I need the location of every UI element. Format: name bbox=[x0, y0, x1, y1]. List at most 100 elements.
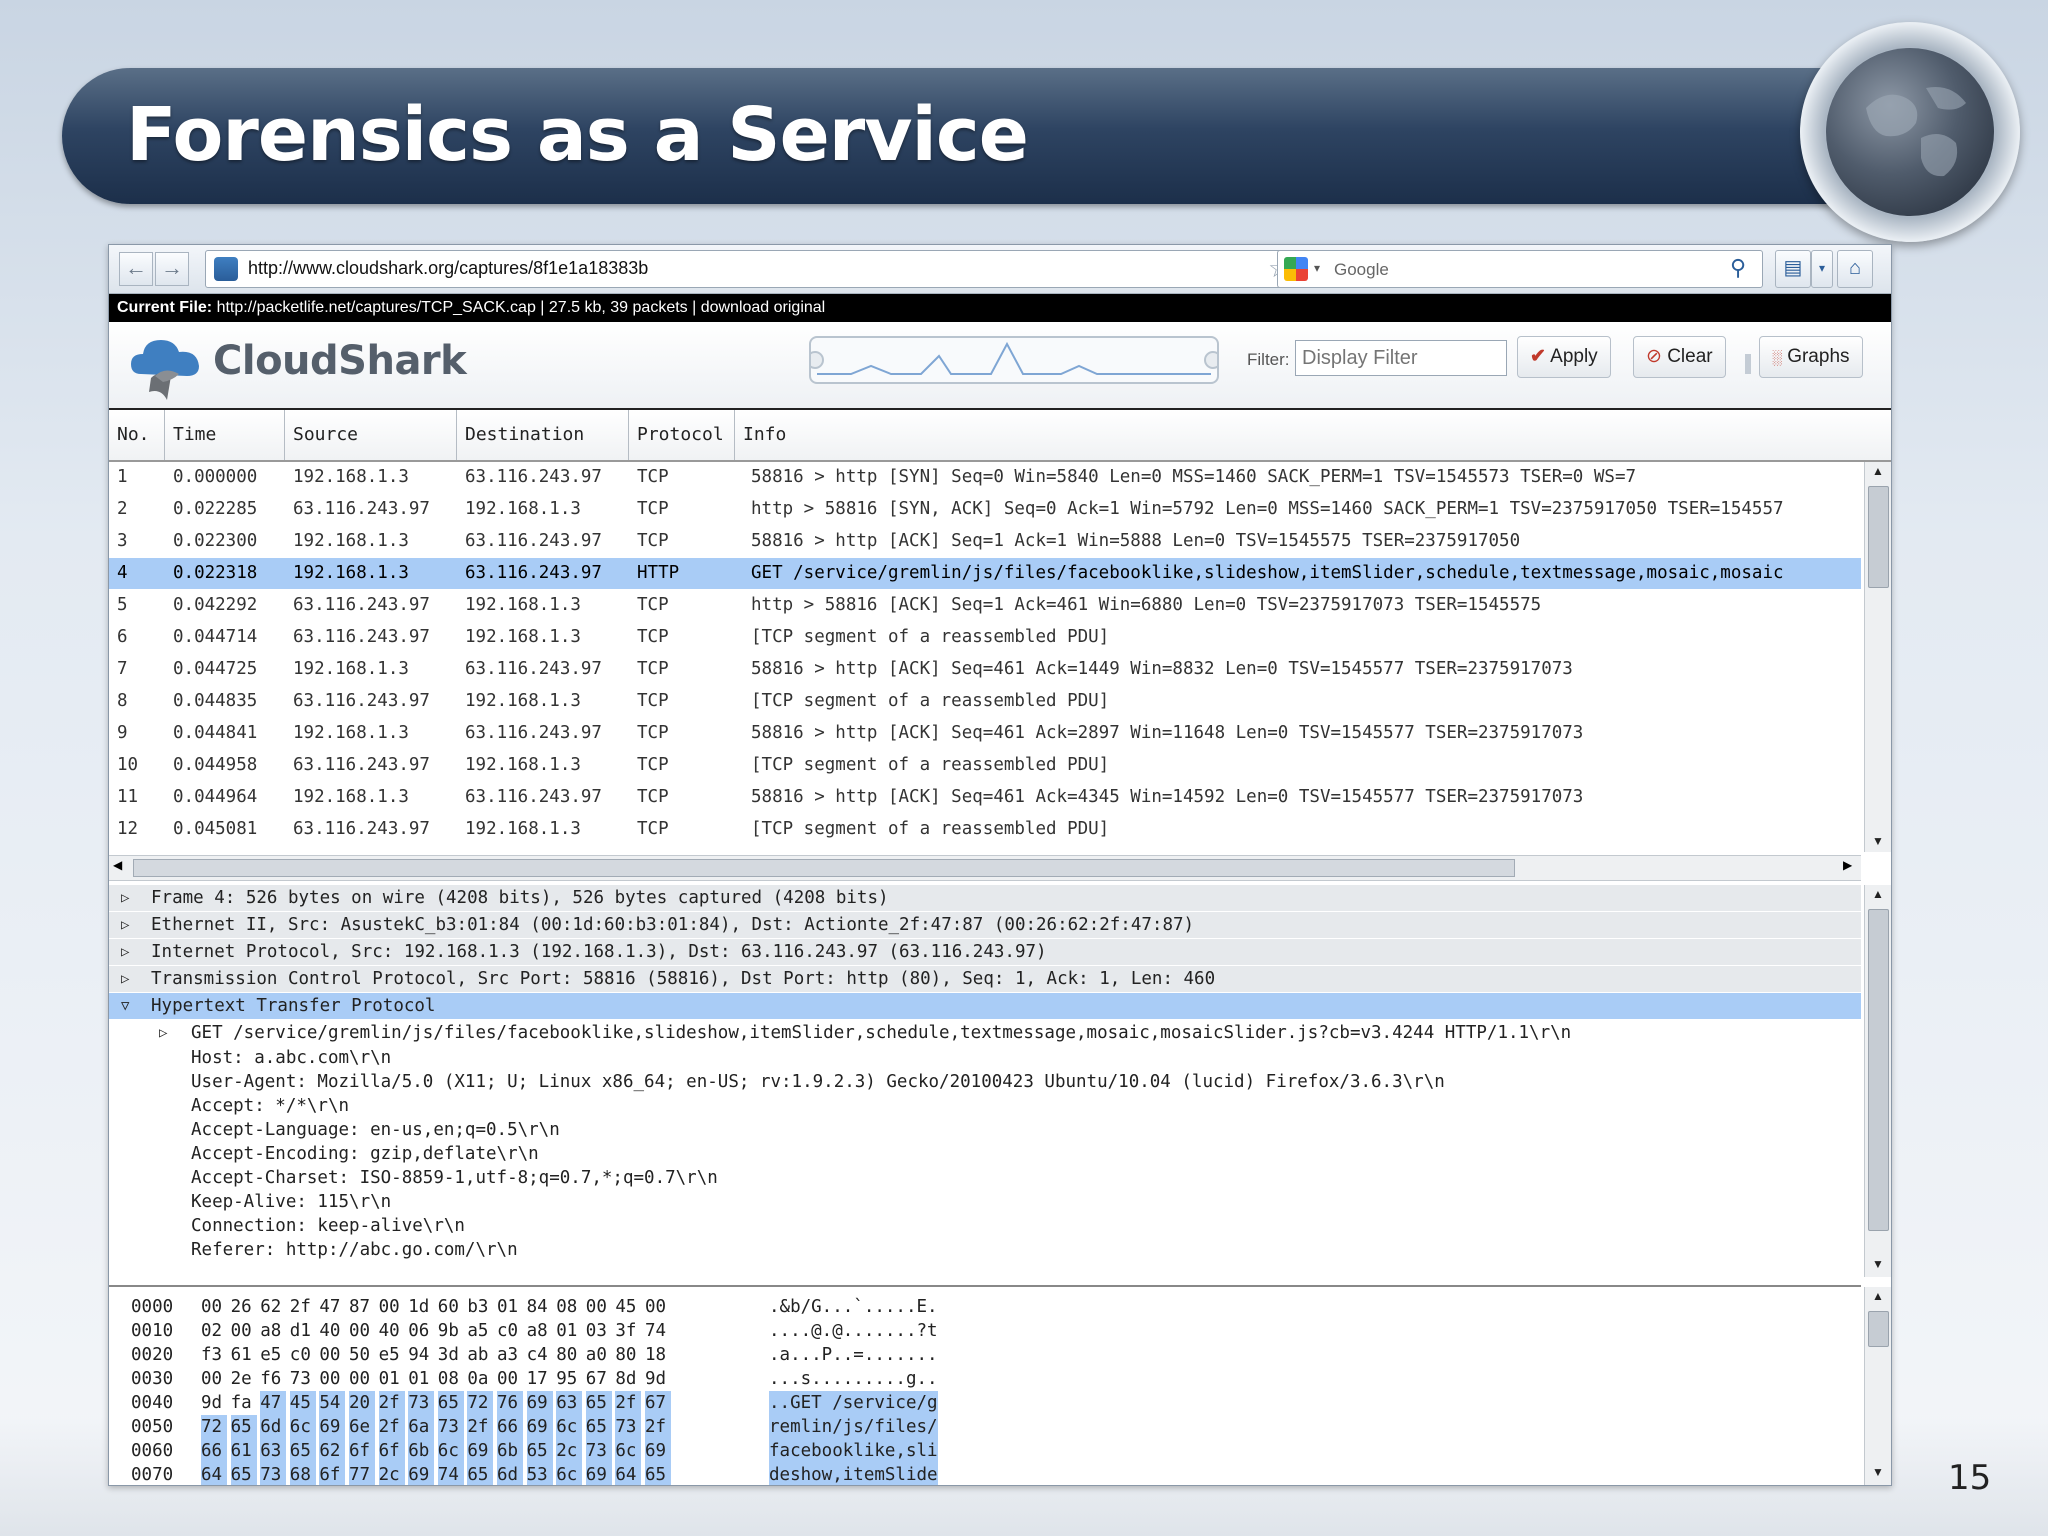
hex-byte: 6c bbox=[437, 1439, 464, 1463]
search-input[interactable]: Google bbox=[1334, 260, 1389, 280]
scroll-thumb[interactable] bbox=[1868, 1311, 1889, 1347]
cell-dst: 63.116.243.97 bbox=[465, 467, 602, 487]
apply-button[interactable]: ✔ Apply bbox=[1517, 336, 1611, 378]
back-button[interactable]: ← bbox=[119, 252, 153, 286]
col-time[interactable]: Time bbox=[165, 410, 285, 460]
details-scrollbar[interactable]: ▲ ▼ bbox=[1864, 885, 1891, 1277]
google-icon[interactable] bbox=[1284, 257, 1308, 281]
table-row[interactable]: 12 0.045081 63.116.243.97 192.168.1.3 TCP [TC… bbox=[109, 814, 1861, 845]
table-row[interactable]: 1 0.000000 192.168.1.3 63.116.243.97 TCP 5881… bbox=[109, 462, 1861, 493]
col-destination[interactable]: Destination bbox=[457, 410, 629, 460]
cell-info: 58816 > http [ACK] Seq=461 Ack=1449 Win=… bbox=[751, 659, 1573, 679]
table-row[interactable]: 9 0.044841 192.168.1.3 63.116.243.97 TCP 5881… bbox=[109, 718, 1861, 749]
cell-time: 0.044714 bbox=[173, 627, 258, 647]
scroll-down-icon[interactable]: ▼ bbox=[1865, 834, 1891, 848]
detail-tree-node[interactable]: ▽ Hypertext Transfer Protocol bbox=[109, 993, 1861, 1019]
packet-list-hscrollbar[interactable]: ◀ ▶ bbox=[109, 855, 1861, 881]
scroll-thumb[interactable] bbox=[1868, 909, 1889, 1231]
packet-list-scrollbar[interactable]: ▲ ▼ bbox=[1864, 462, 1891, 852]
scroll-down-icon[interactable]: ▼ bbox=[1865, 1257, 1891, 1271]
detail-field[interactable]: Accept: */*\r\n bbox=[109, 1093, 1861, 1117]
detail-text: Accept: */*\r\n bbox=[191, 1096, 350, 1116]
detail-tree-node[interactable]: ▷ Frame 4: 526 bytes on wire (4208 bits),… bbox=[109, 885, 1861, 912]
search-icon[interactable]: ⚲ bbox=[1730, 255, 1746, 281]
detail-field[interactable]: Host: a.abc.com\r\n bbox=[109, 1045, 1861, 1069]
globe-icon bbox=[1800, 22, 2020, 242]
detail-field[interactable]: Keep-Alive: 115\r\n bbox=[109, 1189, 1861, 1213]
scroll-left-icon[interactable]: ◀ bbox=[113, 858, 122, 872]
scroll-right-icon[interactable]: ▶ bbox=[1843, 858, 1852, 872]
page-number: 15 bbox=[1948, 1458, 1992, 1498]
scroll-up-icon[interactable]: ▲ bbox=[1865, 887, 1891, 901]
hex-byte: 01 bbox=[556, 1321, 578, 1341]
traffic-sparkline[interactable] bbox=[806, 336, 1222, 384]
col-no[interactable]: No. bbox=[109, 410, 165, 460]
scroll-up-icon[interactable]: ▲ bbox=[1865, 1289, 1891, 1303]
hex-scrollbar[interactable]: ▲ ▼ bbox=[1864, 1287, 1891, 1485]
detail-field[interactable]: Accept-Language: en-us,en;q=0.5\r\n bbox=[109, 1117, 1861, 1141]
col-protocol[interactable]: Protocol bbox=[629, 410, 735, 460]
table-row[interactable]: 7 0.044725 192.168.1.3 63.116.243.97 TCP 5881… bbox=[109, 654, 1861, 685]
search-bar[interactable]: ▾ Google ⚲ bbox=[1277, 250, 1763, 288]
hex-byte: 66 bbox=[497, 1415, 523, 1439]
collapsed-triangle-icon[interactable]: ▷ bbox=[121, 939, 129, 965]
table-row[interactable]: 4 0.022318 192.168.1.3 63.116.243.97 HTTP GET… bbox=[109, 558, 1861, 589]
collapsed-triangle-icon[interactable]: ▷ bbox=[121, 912, 129, 938]
hex-byte: 67 bbox=[645, 1391, 671, 1415]
collapsed-triangle-icon[interactable]: ▷ bbox=[159, 1020, 167, 1046]
hex-byte: 01 bbox=[497, 1297, 519, 1317]
detail-tree-node[interactable]: ▷ Ethernet II, Src: AsustekC_b3:01:84 (00… bbox=[109, 912, 1861, 939]
detail-field[interactable]: ▷ GET /service/gremlin/js/files/facebookl… bbox=[109, 1020, 1861, 1044]
collapsed-triangle-icon[interactable]: ▷ bbox=[121, 966, 129, 992]
forward-button[interactable]: → bbox=[155, 252, 189, 286]
cloudshark-brand: CloudShark bbox=[213, 338, 467, 384]
hex-byte: 03 bbox=[585, 1321, 607, 1341]
home-icon[interactable]: ⌂ bbox=[1837, 250, 1873, 288]
cell-dst: 192.168.1.3 bbox=[465, 595, 581, 615]
collapsed-triangle-icon[interactable]: ▷ bbox=[121, 885, 129, 911]
hex-ascii: ..GET /service/g bbox=[769, 1391, 938, 1415]
table-row[interactable]: 6 0.044714 63.116.243.97 192.168.1.3 TCP [TCP… bbox=[109, 622, 1861, 653]
table-row[interactable]: 11 0.044964 192.168.1.3 63.116.243.97 TCP 588… bbox=[109, 782, 1861, 813]
hex-byte: 95 bbox=[556, 1369, 578, 1389]
hex-byte: 69 bbox=[526, 1391, 553, 1415]
detail-tree-node[interactable]: ▷ Transmission Control Protocol, Src Port… bbox=[109, 966, 1861, 993]
table-row[interactable]: 8 0.044835 63.116.243.97 192.168.1.3 TCP [TCP… bbox=[109, 686, 1861, 717]
detail-field[interactable]: Referer: http://abc.go.com/\r\n bbox=[109, 1237, 1861, 1261]
hex-byte: 63 bbox=[556, 1391, 583, 1415]
cell-time: 0.044841 bbox=[173, 723, 258, 743]
clear-button[interactable]: ⊘ Clear bbox=[1633, 336, 1726, 378]
table-row[interactable]: 2 0.022285 63.116.243.97 192.168.1.3 TCP http… bbox=[109, 494, 1861, 525]
browser-toolbar: ← → http://www.cloudshark.org/captures/8… bbox=[109, 245, 1891, 294]
addon-dropdown-icon[interactable]: ▾ bbox=[1811, 250, 1833, 288]
addon-icon[interactable]: ▤ bbox=[1775, 250, 1811, 288]
scroll-up-icon[interactable]: ▲ bbox=[1865, 464, 1891, 478]
address-bar[interactable]: http://www.cloudshark.org/captures/8f1e1… bbox=[205, 250, 1341, 288]
hex-byte: 6d bbox=[497, 1463, 523, 1485]
detail-field[interactable]: Accept-Charset: ISO-8859-1,utf-8;q=0.7,*… bbox=[109, 1165, 1861, 1189]
table-row[interactable]: 10 0.044958 63.116.243.97 192.168.1.3 TCP [TC… bbox=[109, 750, 1861, 781]
table-row[interactable]: 3 0.022300 192.168.1.3 63.116.243.97 TCP 5881… bbox=[109, 526, 1861, 557]
detail-tree-node[interactable]: ▷ Internet Protocol, Src: 192.168.1.3 (19… bbox=[109, 939, 1861, 966]
detail-field[interactable]: Accept-Encoding: gzip,deflate\r\n bbox=[109, 1141, 1861, 1165]
scroll-thumb[interactable] bbox=[1868, 486, 1889, 588]
hscroll-thumb[interactable] bbox=[133, 859, 1515, 877]
expanded-triangle-icon[interactable]: ▽ bbox=[121, 993, 129, 1019]
display-filter-input[interactable] bbox=[1295, 340, 1507, 376]
cell-no: 9 bbox=[117, 723, 128, 743]
cell-src: 63.116.243.97 bbox=[293, 755, 430, 775]
table-row[interactable]: 5 0.042292 63.116.243.97 192.168.1.3 TCP http… bbox=[109, 590, 1861, 621]
hex-byte: 40 bbox=[319, 1321, 341, 1341]
hex-byte: 47 bbox=[260, 1391, 287, 1415]
engine-dropdown-icon[interactable]: ▾ bbox=[1314, 261, 1320, 275]
detail-field[interactable]: User-Agent: Mozilla/5.0 (X11; U; Linux x… bbox=[109, 1069, 1861, 1093]
address-url[interactable]: http://www.cloudshark.org/captures/8f1e1… bbox=[248, 258, 648, 279]
scroll-down-icon[interactable]: ▼ bbox=[1865, 1465, 1891, 1479]
current-file-info[interactable]: http://packetlife.net/captures/TCP_SACK.… bbox=[217, 299, 826, 316]
detail-field[interactable]: Connection: keep-alive\r\n bbox=[109, 1213, 1861, 1237]
graphs-button[interactable]: ░ Graphs bbox=[1759, 336, 1863, 378]
cell-no: 10 bbox=[117, 755, 139, 775]
col-info[interactable]: Info bbox=[735, 410, 1891, 460]
col-source[interactable]: Source bbox=[285, 410, 457, 460]
detail-text: Hypertext Transfer Protocol bbox=[151, 996, 436, 1016]
